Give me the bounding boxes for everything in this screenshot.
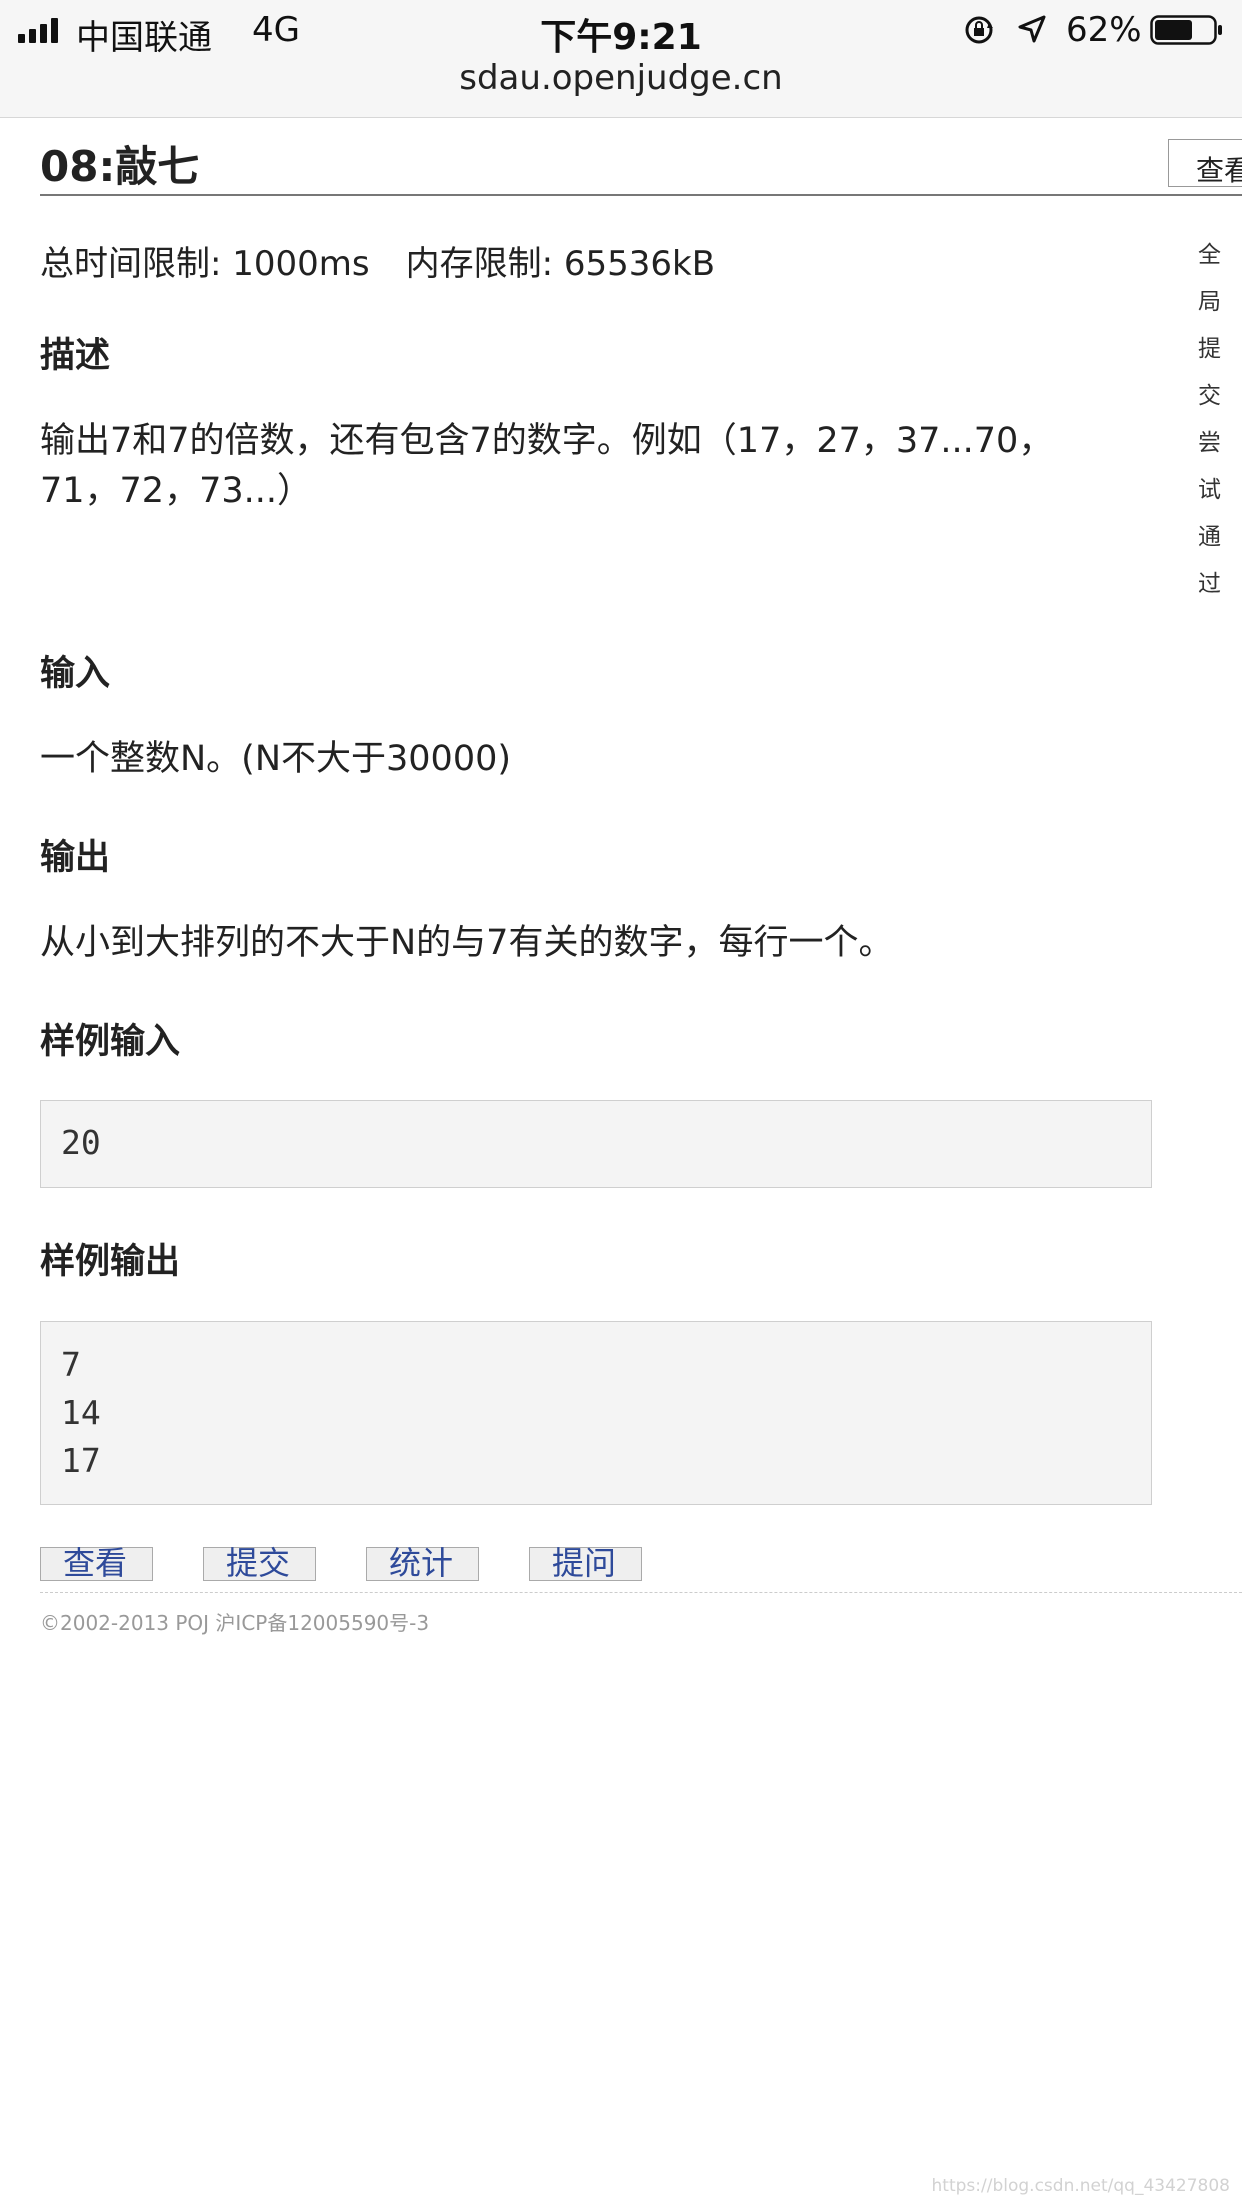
sample-input-box: 20 (40, 1100, 1152, 1188)
statistics-button[interactable]: 统计 (366, 1547, 479, 1581)
battery-icon (1150, 15, 1222, 45)
copyright: ©2002-2013 POJ 沪ICP备12005590号-3 (40, 1611, 430, 1635)
description-line: 71，72，73...） (40, 471, 312, 511)
time-limit: 总时间限制: 1000ms (40, 244, 370, 284)
sample-output-heading: 样例输出 (40, 1242, 181, 1282)
watermark: https://blog.csdn.net/qq_43427808 (931, 2176, 1230, 2196)
description-line: 输出7和7的倍数，还有包含7的数字。例如（17，27，37...70， (40, 421, 1054, 461)
footer-divider (40, 1592, 1242, 1593)
ask-button[interactable]: 提问 (529, 1547, 642, 1581)
view-button[interactable]: 查看 (40, 1547, 153, 1581)
location-arrow-icon (1018, 15, 1046, 43)
status-bar: 中国联通 4G 下午9:21 62% (0, 0, 1242, 62)
output-text: 从小到大排列的不大于N的与7有关的数字，每行一个。 (40, 923, 894, 963)
description-heading: 描述 (40, 336, 111, 376)
url-bar[interactable]: sdau.openjudge.cn (0, 58, 1242, 98)
description-text: 输出7和7的倍数，还有包含7的数字。例如（17，27，37...70， 71，7… (40, 416, 1150, 516)
input-heading: 输入 (40, 654, 111, 694)
view-tab[interactable]: 查看 (1168, 139, 1242, 187)
stats-label-global: 全局 (1198, 242, 1221, 315)
stats-panel: 全局 提交 尝试 通过 (1198, 232, 1242, 608)
status-time: 下午9:21 (540, 17, 702, 58)
action-buttons: 查看 提交 统计 提问 (40, 1547, 642, 1581)
limits-line: 总时间限制: 1000ms 内存限制: 65536kB (40, 236, 715, 285)
output-heading: 输出 (40, 838, 111, 878)
stats-label-submit: 提交 (1198, 336, 1221, 409)
sample-output-box: 7 14 17 (40, 1321, 1152, 1505)
memory-limit: 内存限制: 65536kB (405, 244, 716, 284)
sample-input-heading: 样例输入 (40, 1022, 181, 1062)
browser-top-bar: 中国联通 4G 下午9:21 62% sdau.openjudge.cn (0, 0, 1242, 118)
rotation-lock-icon (965, 16, 993, 44)
stats-label-pass: 通过 (1198, 524, 1221, 597)
page-title: 08:敲七 (40, 142, 200, 191)
battery-percentage: 62% (1066, 10, 1142, 50)
title-divider (40, 194, 1242, 196)
submit-button[interactable]: 提交 (203, 1547, 316, 1581)
input-text: 一个整数N。(N不大于30000) (40, 739, 512, 779)
stats-label-attempt: 尝试 (1198, 430, 1221, 503)
